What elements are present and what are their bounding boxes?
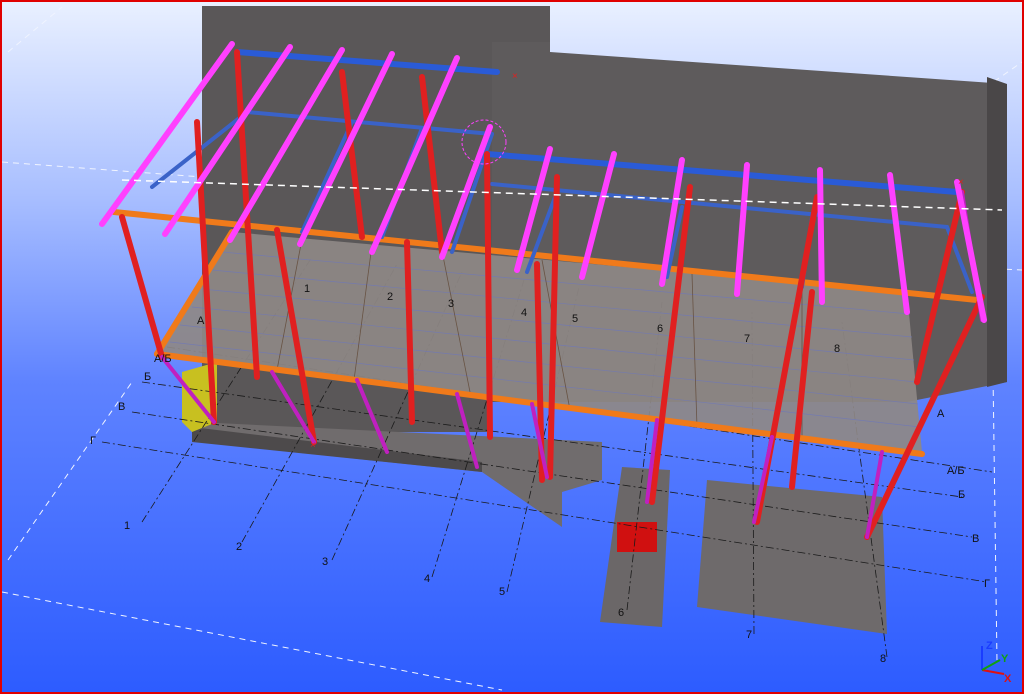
grid-label-7-slab: 7: [744, 333, 750, 345]
grid-label-b-left: Б: [144, 371, 151, 383]
svg-text:×: ×: [310, 440, 316, 451]
grid-label-ab-right: А/Б: [947, 465, 965, 477]
svg-text:×: ×: [512, 71, 518, 82]
3d-scene[interactable]: × × × 1 2 3 4 5 6 7 8 А А/Б Б В Г А А/Б …: [2, 2, 1022, 692]
right-letter-labels: А А/Б Б В Г: [937, 408, 990, 590]
grid-label-1-bottom: 1: [124, 520, 130, 532]
svg-text:×: ×: [958, 177, 964, 188]
grid-label-8-bottom: 8: [880, 653, 886, 665]
grid-label-4-bottom: 4: [424, 573, 430, 585]
grid-label-v-right: В: [972, 533, 979, 545]
grid-label-1-slab: 1: [304, 283, 310, 295]
axis-x-label: X: [1004, 673, 1012, 684]
grid-label-g-left: Г: [90, 435, 96, 447]
axis-triad-icon: Z Y X: [981, 640, 1012, 684]
grid-label-2-bottom: 2: [236, 541, 242, 553]
grid-label-3-bottom: 3: [322, 556, 328, 568]
axis-z-label: Z: [986, 640, 993, 652]
grid-label-a-right: А: [937, 408, 945, 420]
grid-label-2-slab: 2: [387, 291, 393, 303]
grid-label-5-bottom: 5: [499, 586, 505, 598]
grid-label-5-slab: 5: [572, 313, 578, 325]
model-viewport[interactable]: × × × 1 2 3 4 5 6 7 8 А А/Б Б В Г А А/Б …: [0, 0, 1024, 694]
grid-label-4-slab: 4: [521, 307, 527, 319]
grid-label-6-bottom: 6: [618, 607, 624, 619]
grid-label-ab-left: А/Б: [154, 353, 172, 365]
grid-label-a-slab: А: [197, 315, 205, 327]
grid-label-3-slab: 3: [448, 298, 454, 310]
grid-label-7-bottom: 7: [746, 629, 752, 641]
grid-label-6-slab: 6: [657, 323, 663, 335]
grid-label-8-slab: 8: [834, 343, 840, 355]
grid-label-v-left: В: [118, 401, 125, 413]
axis-y-label: Y: [1001, 653, 1009, 665]
grid-label-b-right: Б: [958, 489, 965, 501]
grid-label-g-right: Г: [984, 578, 990, 590]
